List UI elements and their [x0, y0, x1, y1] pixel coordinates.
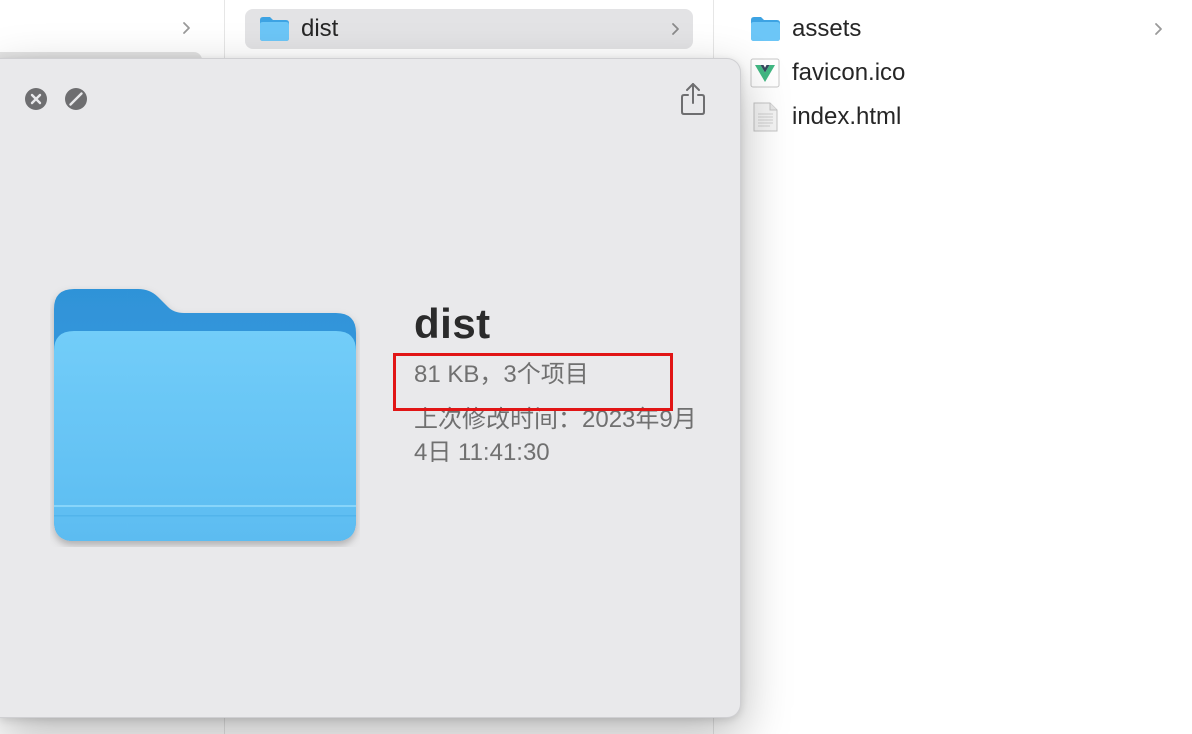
finder-row-index[interactable]: index.html	[736, 97, 1176, 137]
finder-row-favicon[interactable]: favicon.ico	[736, 53, 1176, 93]
finder-row-label: favicon.ico	[792, 59, 906, 86]
finder-row-label: index.html	[792, 103, 902, 130]
folder-icon	[257, 14, 291, 44]
finder-row-assets[interactable]: assets	[736, 9, 1176, 49]
finder-window: dist assets favicon.ico index.html dist …	[0, 0, 1192, 734]
finder-row-label: dist	[301, 15, 339, 42]
fullscreen-icon[interactable]	[64, 87, 88, 111]
vue-logo-icon	[748, 58, 782, 88]
file-modified-date: 上次修改时间：2023年9月4日 11:41:30	[414, 406, 697, 466]
file-info: dist 81 KB，3个项目 上次修改时间：2023年9月4日 11:41:3…	[414, 299, 714, 469]
quicklook-panel: dist 81 KB，3个项目 上次修改时间：2023年9月4日 11:41:3…	[0, 58, 741, 718]
share-icon[interactable]	[678, 81, 708, 117]
document-icon	[748, 102, 782, 132]
folder-icon	[748, 14, 782, 44]
file-size-summary: 81 KB，3个项目	[414, 361, 589, 388]
file-title: dist	[414, 300, 491, 347]
close-icon[interactable]	[24, 87, 48, 111]
chevron-right-icon	[1155, 23, 1162, 35]
chevron-right-icon	[183, 22, 190, 34]
folder-icon	[54, 289, 356, 541]
finder-row-label: assets	[792, 15, 862, 42]
finder-row-dist[interactable]: dist	[245, 9, 693, 49]
chevron-right-icon	[672, 23, 679, 35]
